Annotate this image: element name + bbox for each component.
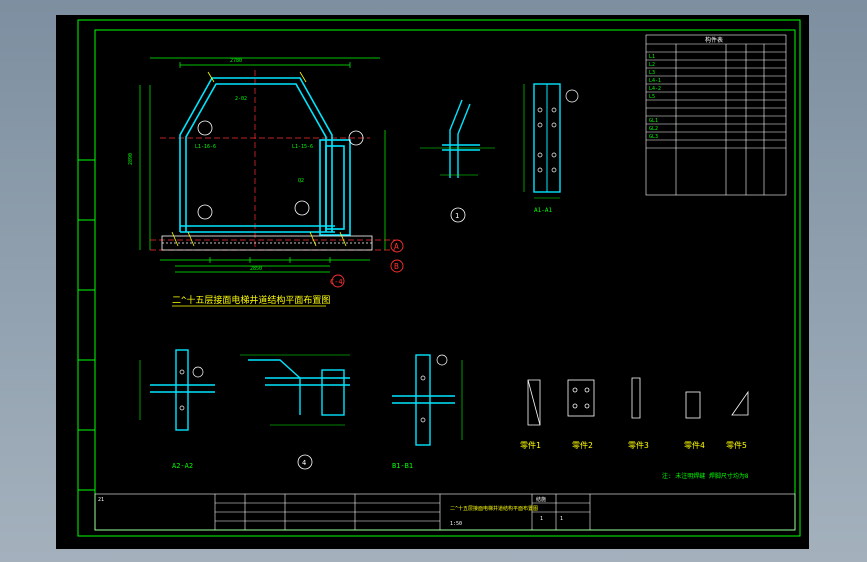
section-a1[interactable]: A1-A1 — [523, 83, 579, 214]
sheet-inner-frame — [94, 29, 796, 531]
detail-1[interactable]: 1 — [420, 99, 495, 223]
application-window: A B C-4 2780 2850 2890 2-02 L1-16-6 L1-15-… — [0, 0, 867, 562]
svg-text:2850: 2850 — [250, 266, 262, 272]
svg-text:零件1: 零件1 — [520, 440, 541, 450]
title-block[interactable] — [94, 493, 796, 531]
section-a1-label: A1-A1 — [534, 207, 552, 214]
svg-text:L2: L2 — [649, 62, 655, 68]
title-block-sheet: 1 — [540, 516, 543, 522]
svg-text:L1-16-6: L1-16-6 — [195, 144, 216, 150]
title-block-drawing-name: 二^十五层接面电梯井道结构平面布置图 — [450, 505, 538, 512]
title-block-code: 21 — [98, 497, 104, 503]
svg-text:2-02: 2-02 — [235, 96, 247, 102]
svg-text:GL2: GL2 — [649, 126, 658, 132]
section-b1-label: B1-B1 — [392, 462, 413, 470]
grid-bubble-a: A — [394, 242, 399, 251]
grid-bubble-c: C-4 — [330, 278, 343, 286]
svg-text:零件4: 零件4 — [684, 440, 705, 450]
section-b1[interactable]: B1-B1 — [392, 354, 463, 470]
part-labels: 零件1 零件2 零件3 零件4 零件5 — [520, 440, 747, 450]
svg-text:2890: 2890 — [128, 153, 134, 165]
parts-row[interactable] — [527, 377, 749, 426]
svg-text:L1: L1 — [649, 54, 655, 60]
section-a2-label: A2-A2 — [172, 462, 193, 470]
title-block-text: 二^十五层接面电梯井道结构平面布置图 结施 21 1 1 1:50 — [98, 496, 563, 527]
svg-text:GL1: GL1 — [649, 118, 658, 124]
svg-text:L4-1: L4-1 — [649, 78, 661, 84]
svg-text:零件3: 零件3 — [628, 440, 649, 450]
section-a2[interactable]: A2-A2 — [139, 349, 215, 470]
svg-text:L1-15-6: L1-15-6 — [292, 144, 313, 150]
table-row-labels: L1 L2 L3 L4-1 L4-2 L5 GL1 GL2 GL3 — [649, 54, 661, 140]
detail-4[interactable]: 4 — [240, 354, 350, 470]
title-block-project: 结施 — [536, 496, 546, 503]
drawing-canvas: A B C-4 2780 2850 2890 2-02 L1-16-6 L1-15-… — [77, 19, 801, 537]
weld-note: 注: 未注明焊缝 焊脚尺寸均为8 — [662, 472, 749, 480]
title-block-sheets: 1 — [560, 516, 563, 522]
svg-text:Q2: Q2 — [298, 178, 304, 184]
plan-title: 二^十五层接面电梯井道结构平面布置图 — [172, 294, 330, 306]
svg-text:L5: L5 — [649, 94, 655, 100]
detail-1-label: 1 — [455, 212, 459, 220]
svg-text:零件5: 零件5 — [726, 440, 747, 450]
svg-text:GL3: GL3 — [649, 134, 658, 140]
svg-text:L3: L3 — [649, 70, 655, 76]
detail-4-label: 4 — [302, 459, 306, 467]
member-table[interactable] — [645, 34, 787, 196]
table-title: 构件表 — [705, 36, 723, 44]
svg-text:L4-2: L4-2 — [649, 86, 661, 92]
cad-viewport[interactable]: A B C-4 2780 2850 2890 2-02 L1-16-6 L1-15-… — [56, 15, 809, 549]
plan-view[interactable]: A B C-4 2780 2850 2890 2-02 L1-16-6 L1-15-… — [128, 57, 404, 307]
svg-text:2780: 2780 — [230, 58, 242, 64]
margin-tick-marks — [78, 159, 95, 491]
title-block-scale: 1:50 — [450, 521, 462, 527]
svg-text:零件2: 零件2 — [572, 440, 593, 450]
sheet-outer-frame — [77, 19, 801, 537]
grid-bubble-b: B — [394, 262, 399, 271]
